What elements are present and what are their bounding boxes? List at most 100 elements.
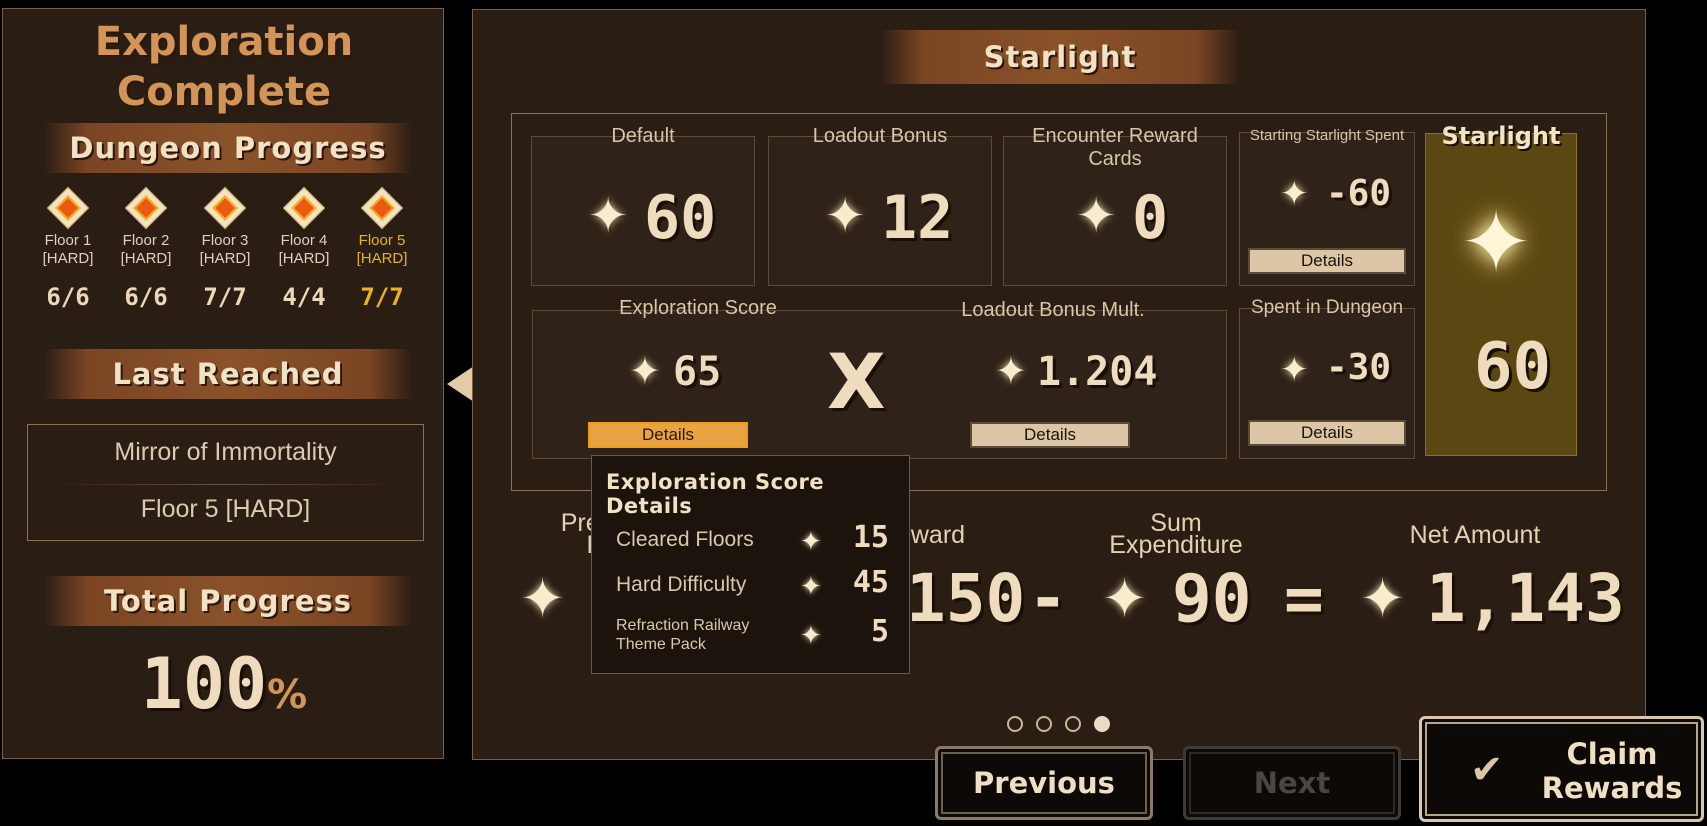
tooltip-row-label: Hard Difficulty bbox=[616, 573, 747, 596]
tooltip-row-value: 15 bbox=[852, 520, 889, 555]
floor-diamond-icon bbox=[124, 186, 168, 230]
page-dot-3[interactable] bbox=[1065, 716, 1081, 732]
floor-name: Floor 3 bbox=[201, 232, 249, 249]
starlight-icon: ✦ bbox=[995, 351, 1027, 393]
tooltip-row-value: 45 bbox=[852, 565, 889, 600]
starlight-total-label: Starlight bbox=[1441, 122, 1561, 150]
starlight-icon: ✦ bbox=[588, 190, 629, 243]
starting-spent-value: -60 bbox=[1326, 173, 1392, 214]
starlight-icon: ✦ bbox=[629, 351, 661, 393]
floor-2-progress: Floor 2 [HARD] 6/6 bbox=[111, 186, 181, 311]
floor-count: 6/6 bbox=[124, 283, 168, 311]
last-reached-box: Mirror of Immortality Floor 5 [HARD] bbox=[27, 424, 424, 541]
total-progress-value: 100% bbox=[3, 643, 445, 725]
floor-name: Floor 1 bbox=[44, 232, 92, 249]
starlight-icon: ✦ bbox=[800, 620, 822, 650]
starlight-banner: Starlight bbox=[880, 30, 1240, 84]
encounter-reward-value: 0 bbox=[1132, 183, 1169, 253]
multiply-symbol: X bbox=[827, 337, 886, 426]
sum-expenditure-label: Sum Expenditure bbox=[1096, 511, 1256, 559]
next-button[interactable]: Next bbox=[1183, 746, 1401, 820]
exploration-summary-panel: Exploration Complete Dungeon Progress Fl… bbox=[2, 8, 444, 759]
starlight-icon: ✦ bbox=[520, 569, 566, 629]
floor-1-progress: Floor 1 [HARD] 6/6 bbox=[33, 186, 103, 311]
floor-count: 7/7 bbox=[203, 283, 247, 311]
floor-name: Floor 4 bbox=[280, 232, 328, 249]
loadout-mult-details-button[interactable]: Details bbox=[970, 422, 1130, 448]
previous-button[interactable]: Previous bbox=[935, 746, 1153, 820]
starlight-icon: ✦ bbox=[1076, 190, 1117, 243]
tooltip-row-value: 5 bbox=[870, 614, 889, 649]
tooltip-title: Exploration Score Details bbox=[606, 470, 825, 518]
tooltip-row-label: Refraction Railway Theme Pack bbox=[616, 616, 749, 654]
total-progress-number: 100 bbox=[140, 643, 268, 725]
starting-spent-label: Starting Starlight Spent bbox=[1249, 127, 1405, 144]
title-line-2: Complete bbox=[116, 69, 332, 115]
last-reached-banner: Last Reached bbox=[43, 349, 413, 399]
starlight-icon: ✦ bbox=[800, 571, 822, 601]
claim-rewards-label: Claim Rewards bbox=[1532, 737, 1692, 805]
floor-count: 6/6 bbox=[46, 283, 90, 311]
starlight-icon: ✦ bbox=[1280, 351, 1309, 389]
exploration-complete-title: Exploration Complete bbox=[3, 17, 445, 117]
default-label: Default bbox=[611, 125, 675, 147]
starlight-icon: ✦ bbox=[825, 190, 866, 243]
starlight-icon: ✦ bbox=[1280, 175, 1309, 213]
loadout-mult-value: 1.204 bbox=[1037, 349, 1158, 395]
starlight-icon: ✦ bbox=[1360, 569, 1406, 629]
tooltip-row-label: Cleared Floors bbox=[616, 528, 754, 551]
claim-line-2: Rewards bbox=[1541, 771, 1683, 805]
reward-value: 150 bbox=[906, 560, 1026, 637]
equals-symbol: = bbox=[1284, 560, 1324, 637]
encounter-reward-box: Encounter Reward Cards ✦ 0 bbox=[1003, 125, 1227, 286]
claim-rewards-button[interactable]: ✔ Claim Rewards bbox=[1419, 716, 1704, 822]
score-multiplier-box: Exploration Score ✦ 65 Details X Loadout… bbox=[532, 297, 1227, 459]
default-box: Default ✦ 60 bbox=[531, 125, 755, 286]
floor-diamond-icon bbox=[360, 186, 404, 230]
starting-spent-box: Starting Starlight Spent ✦ -60 Details bbox=[1239, 127, 1415, 286]
loadout-bonus-box: Loadout Bonus ✦ 12 bbox=[768, 125, 992, 286]
sum-expenditure-value: 90 bbox=[1172, 560, 1252, 637]
starlight-large-icon: ✦ bbox=[1460, 195, 1533, 291]
net-amount-value: 1,143 bbox=[1426, 560, 1625, 637]
floor-name: Floor 5 bbox=[358, 232, 406, 249]
floor-diamond-icon bbox=[282, 186, 326, 230]
sum-expenditure-line-2: Expenditure bbox=[1109, 531, 1243, 559]
loadout-bonus-label: Loadout Bonus bbox=[812, 125, 948, 147]
page-dot-2[interactable] bbox=[1036, 716, 1052, 732]
floor-name: Floor 2 bbox=[122, 232, 170, 249]
floor-3-progress: Floor 3 [HARD] 7/7 bbox=[190, 186, 260, 311]
floor-difficulty: [HARD] bbox=[278, 250, 330, 267]
page-dot-1[interactable] bbox=[1007, 716, 1023, 732]
checkmark-icon: ✔ bbox=[1470, 747, 1504, 793]
loadout-mult-label: Loadout Bonus Mult. bbox=[961, 299, 1145, 321]
tooltip-row-label-line-2: Theme Pack bbox=[616, 636, 706, 653]
exploration-score-details-button[interactable]: Details bbox=[588, 422, 748, 448]
starlight-total-value: 60 bbox=[1474, 330, 1552, 404]
floor-5-progress: Floor 5 [HARD] 7/7 bbox=[347, 186, 417, 309]
tooltip-row-label-line-1: Refraction Railway bbox=[616, 617, 750, 634]
net-amount-label: Net Amount bbox=[1409, 521, 1541, 549]
spent-in-dungeon-label: Spent in Dungeon bbox=[1250, 297, 1404, 318]
floor-difficulty: [HARD] bbox=[356, 250, 408, 267]
floor-difficulty: [HARD] bbox=[199, 250, 251, 267]
claim-line-1: Claim bbox=[1566, 737, 1658, 771]
minus-symbol: - bbox=[1028, 560, 1068, 637]
exploration-score-value: 65 bbox=[673, 349, 722, 395]
starlight-icon: ✦ bbox=[1102, 569, 1148, 629]
dungeon-progress-banner: Dungeon Progress bbox=[43, 123, 413, 173]
floor-diamond-icon bbox=[46, 186, 90, 230]
spent-in-dungeon-box: Spent in Dungeon ✦ -30 Details bbox=[1239, 297, 1415, 459]
floor-count: 4/4 bbox=[282, 283, 326, 311]
page-dot-4-active[interactable] bbox=[1094, 716, 1110, 732]
divider bbox=[48, 484, 403, 485]
starting-spent-details-button[interactable]: Details bbox=[1248, 248, 1406, 274]
spent-in-dungeon-details-button[interactable]: Details bbox=[1248, 420, 1406, 446]
total-progress-banner: Total Progress bbox=[43, 576, 413, 626]
floor-diamond-icon bbox=[203, 186, 247, 230]
floor-difficulty: [HARD] bbox=[42, 250, 94, 267]
last-reached-floor: Floor 5 [HARD] bbox=[140, 495, 311, 523]
default-value: 60 bbox=[644, 183, 717, 253]
total-progress-unit: % bbox=[267, 672, 308, 718]
last-reached-location: Mirror of Immortality bbox=[114, 438, 337, 466]
